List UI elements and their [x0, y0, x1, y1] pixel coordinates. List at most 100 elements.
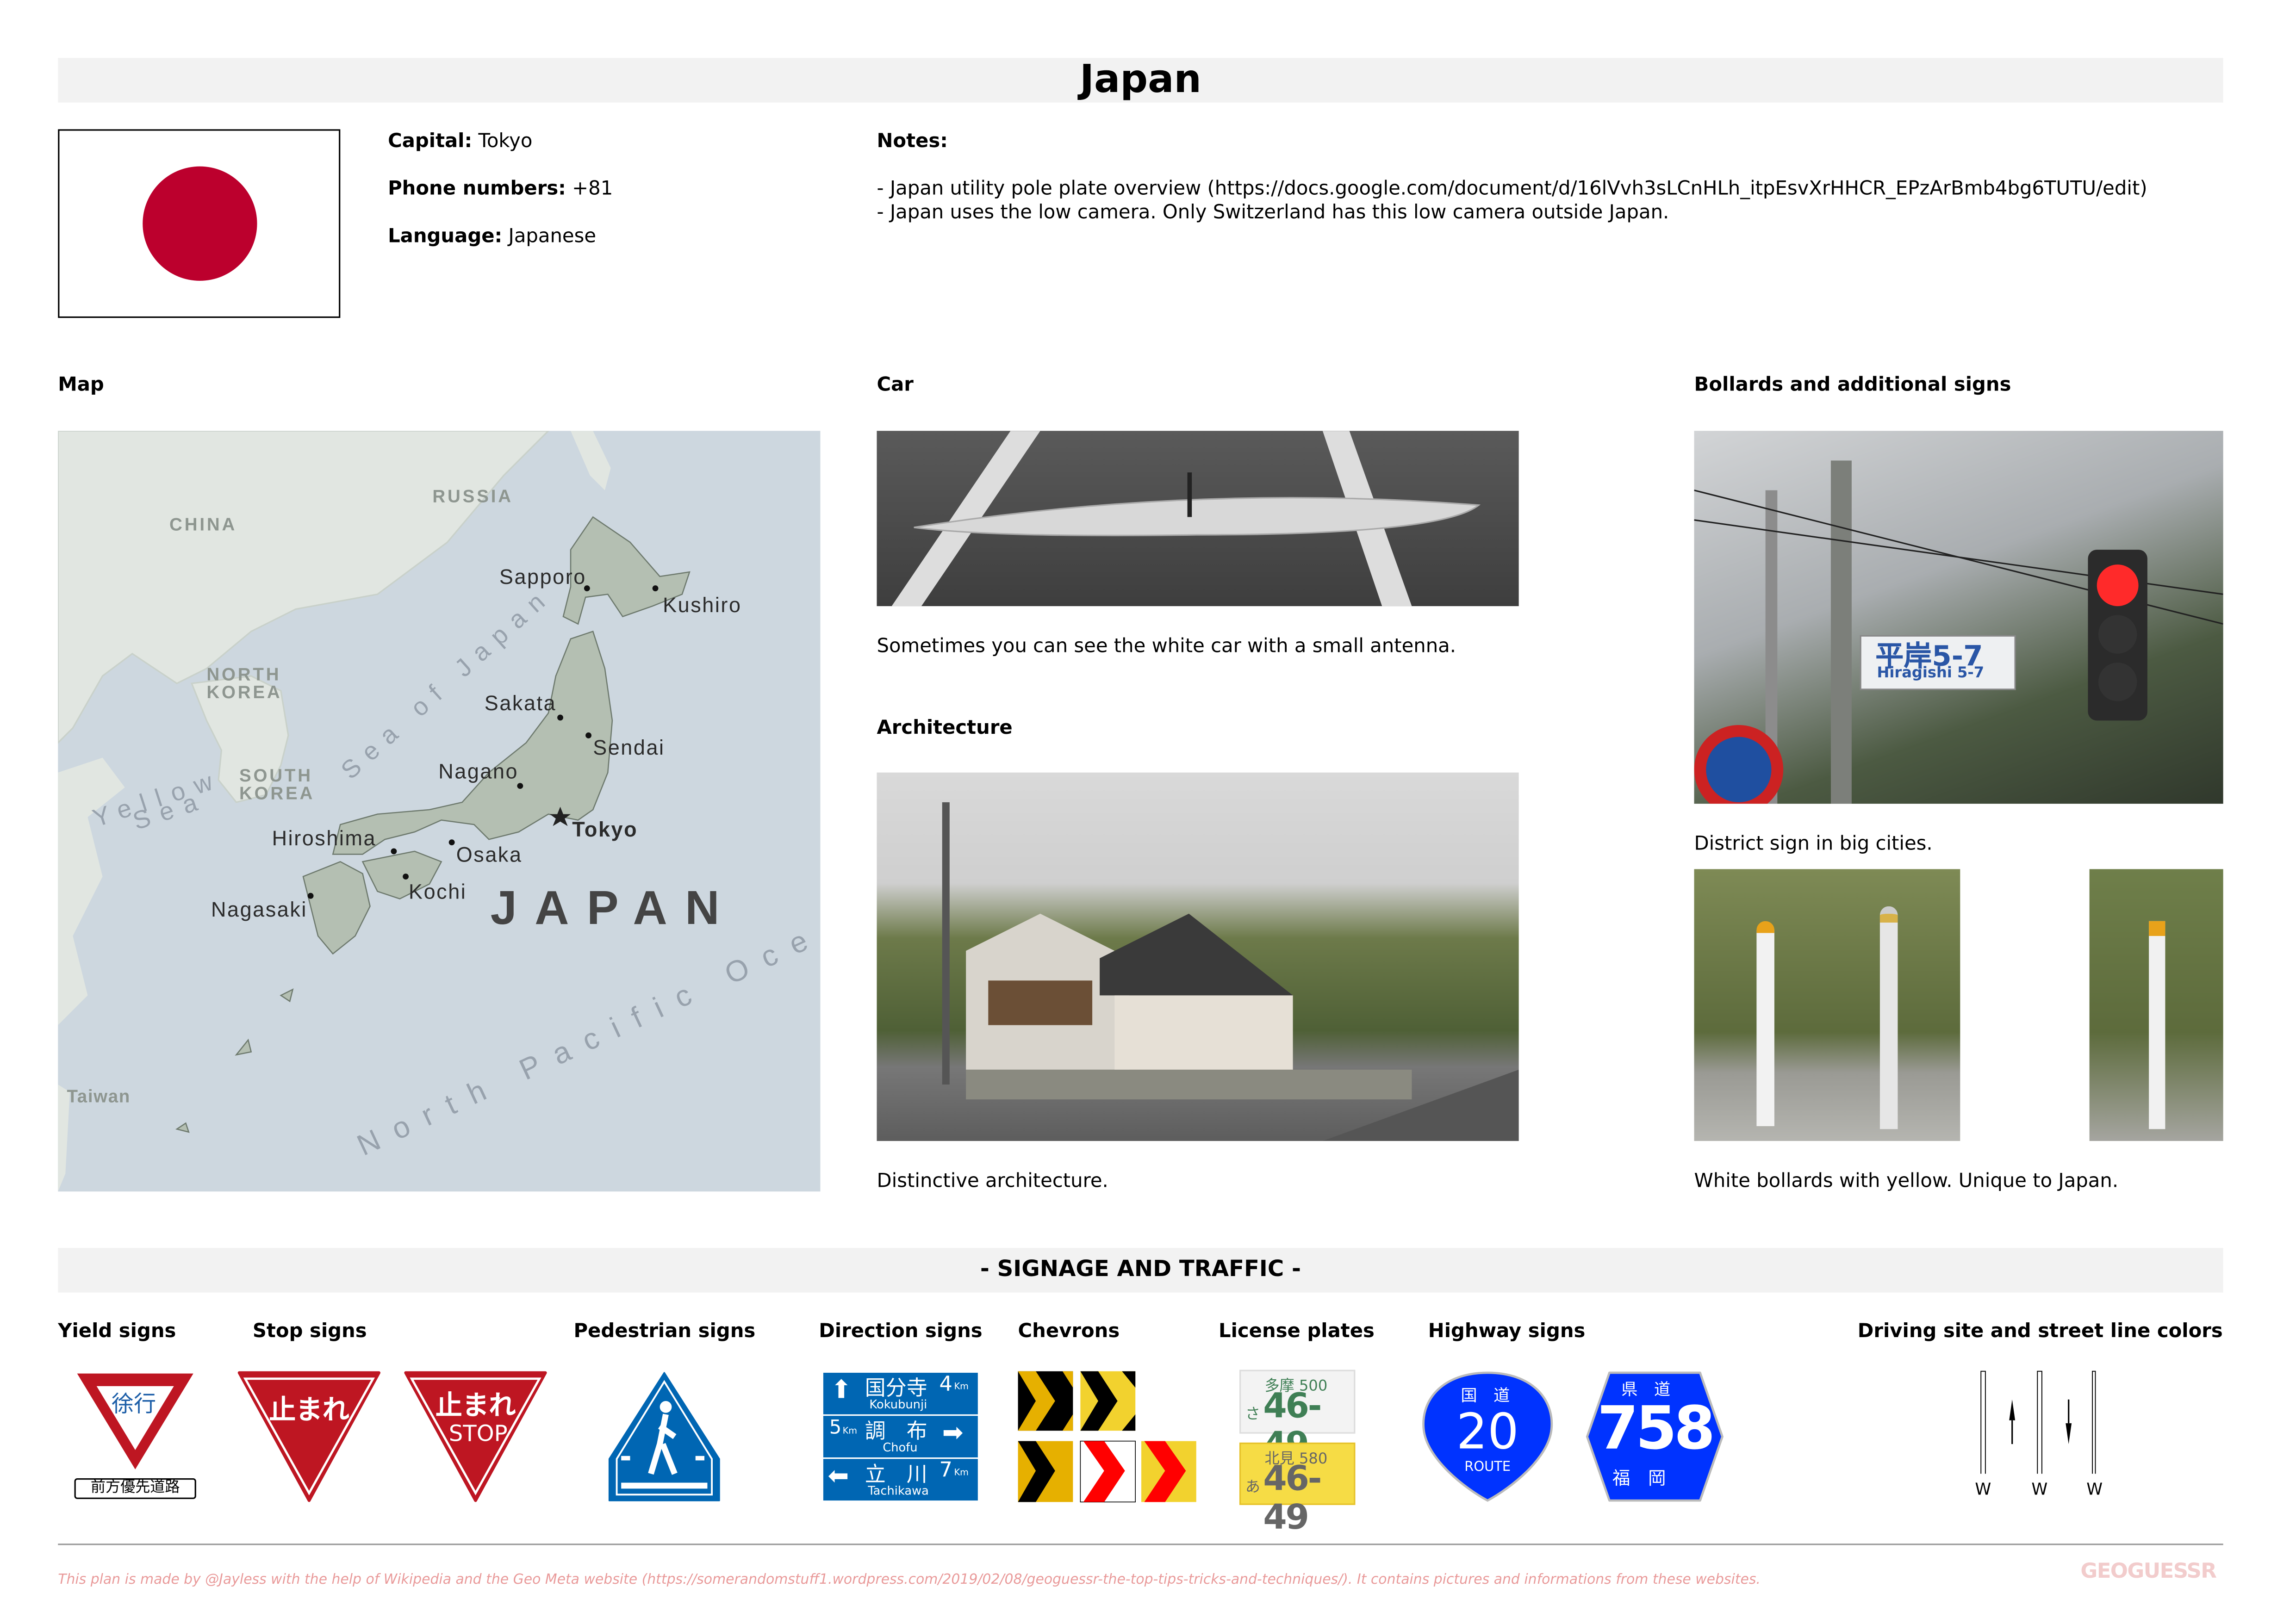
map-label-south-korea-2: KOREA [239, 783, 315, 804]
map-label-north-korea-1: NORTH [206, 664, 281, 685]
direction-en: Tachikawa [868, 1484, 929, 1498]
stop-header: Stop signs [252, 1320, 367, 1343]
route-bottom: ROUTE [1464, 1460, 1511, 1475]
route-bottom: 福 岡 [1612, 1468, 1666, 1489]
car-label: Car [877, 374, 914, 397]
capital-row: Capital: Tokyo [388, 131, 532, 153]
language-value: Japanese [508, 226, 597, 248]
page-title: Japan [1079, 58, 1201, 103]
map-city-sakata: Sakata [484, 691, 557, 715]
route-number: 758 [1597, 1395, 1715, 1463]
chevron-black-yellow-icon [1080, 1371, 1136, 1431]
yield-header: Yield signs [58, 1320, 176, 1343]
notes-label: Notes: [877, 130, 948, 153]
house-image [942, 802, 1519, 1141]
phone-row: Phone numbers: +81 [388, 178, 613, 200]
yield-sign-text: 徐行 [111, 1390, 156, 1418]
map-label-russia: RUSSIA [432, 485, 513, 507]
stop-sign-text: 止まれ [269, 1395, 349, 1426]
bollard-photo-2 [2089, 869, 2223, 1141]
license-plate: 多摩 500 さ 46-49 [1239, 1370, 1356, 1465]
direction-en: Chofu [883, 1441, 918, 1455]
pedestrian-header: Pedestrian signs [573, 1320, 756, 1343]
chevron-red-yellow-icon [1141, 1441, 1196, 1502]
direction-sign: ⬆ 国分寺 4 Km Kokubunji 5 Km 調 布 ➡ Chofu ⬅ … [823, 1372, 978, 1502]
capital-label: Capital: [388, 130, 473, 153]
direction-km: 7 [939, 1459, 952, 1483]
chevron-signs [1018, 1371, 1196, 1503]
map-city-nagano: Nagano [438, 759, 519, 783]
road-lines-diagram [1980, 1370, 2096, 1474]
stop-sign-text: 止まれ [435, 1390, 516, 1422]
route-number: 20 [1456, 1402, 1519, 1461]
bollard-photo-1 [1694, 869, 1960, 1141]
direction-km: 4 [939, 1372, 952, 1397]
direction-unit: Km [954, 1468, 969, 1478]
chevron-red-white-icon [1080, 1440, 1136, 1503]
direction-row: ⬅ 立 川 7 Km Tachikawa [823, 1459, 978, 1501]
language-label: Language: [388, 226, 503, 248]
map-city-osaka: Osaka [456, 842, 523, 867]
yield-sign: 徐行 前方優先道路 [73, 1370, 198, 1504]
architecture-label: Architecture [877, 717, 1013, 740]
prefectural-route-sign: 県 道 758 福 岡 [1584, 1370, 1725, 1504]
arrow-up-icon: ⬆ [830, 1376, 852, 1406]
line-white [2037, 1370, 2042, 1474]
car-photo [877, 431, 1519, 607]
stop-sign-bilingual: 止まれ STOP [403, 1370, 548, 1504]
sakhalin [571, 431, 611, 490]
line-color-label: W [1975, 1480, 1991, 1499]
arrow-up-icon [2009, 1399, 2016, 1420]
chevrons-header: Chevrons [1018, 1320, 1120, 1343]
mainland-asia [58, 431, 550, 744]
bollard [1879, 906, 1898, 1129]
map-label-china: CHINA [169, 514, 237, 535]
geoguessr-logo: GEOGUESSR [2080, 1560, 2216, 1584]
map-city-nagasaki: Nagasaki [211, 897, 307, 921]
line-color-label: W [2031, 1480, 2048, 1499]
direction-unit: Km [954, 1382, 969, 1392]
language-row: Language: Japanese [388, 226, 596, 248]
car-caption: Sometimes you can see the white car with… [877, 636, 1456, 658]
bollard [1756, 921, 1774, 1126]
plate-kana: あ [1245, 1480, 1260, 1496]
map-city-tokyo: Tokyo [572, 817, 638, 841]
license-plate: 北見 580 あ 46-49 [1239, 1442, 1356, 1537]
map-city-sendai: Sendai [593, 735, 665, 759]
district-sign-image [1694, 460, 2223, 804]
phone-value: +81 [572, 178, 613, 201]
capital-value: Tokyo [478, 130, 533, 153]
page: Japan Capital: Tokyo Phone numbers: +81 … [0, 0, 2296, 1624]
bollard-caption: White bollards with yellow. Unique to Ja… [1694, 1171, 2119, 1193]
map: CHINA RUSSIA NORTH KOREA SOUTH KOREA Tai… [58, 431, 821, 1192]
plate-kana: さ [1245, 1407, 1260, 1424]
note-item: - Japan uses the low camera. Only Switze… [877, 202, 1669, 224]
yield-sign-plate: 前方優先道路 [74, 1478, 196, 1499]
map-label-north-korea-2: KOREA [206, 682, 282, 703]
direction-km: 5 [829, 1417, 842, 1440]
footer-text: This plan is made by @Jayless with the h… [58, 1572, 1761, 1588]
map-city-hiroshima: Hiroshima [272, 826, 377, 850]
highway-header: Highway signs [1428, 1320, 1586, 1343]
bollard [2149, 921, 2165, 1129]
plates-header: License plates [1219, 1320, 1375, 1343]
note-item[interactable]: - Japan utility pole plate overview (htt… [877, 178, 2147, 200]
arrow-left-icon: ⬅ [828, 1462, 849, 1492]
map-label-south-korea-1: SOUTH [239, 765, 313, 786]
map-label: Map [58, 374, 104, 397]
direction-row: 5 Km 調 布 ➡ Chofu [823, 1416, 978, 1457]
district-caption: District sign in big cities. [1694, 833, 1933, 856]
footer-divider [58, 1543, 2223, 1545]
national-route-sign: 国 道 20 ROUTE [1421, 1370, 1555, 1504]
map-country-japan: JAPAN [490, 881, 737, 935]
architecture-caption: Distinctive architecture. [877, 1171, 1108, 1193]
bollards-label: Bollards and additional signs [1694, 374, 2011, 397]
kyushu [302, 861, 371, 955]
line-color-label: W [2086, 1480, 2103, 1499]
signage-title: - SIGNAGE AND TRAFFIC - [980, 1255, 1301, 1283]
map-label-taiwan: Taiwan [67, 1086, 131, 1107]
line-white [2092, 1370, 2096, 1474]
stop-sign-text-en: STOP [448, 1420, 508, 1447]
chevron-yellow-black-icon [1018, 1441, 1073, 1502]
arrow-down-icon [2066, 1423, 2072, 1444]
